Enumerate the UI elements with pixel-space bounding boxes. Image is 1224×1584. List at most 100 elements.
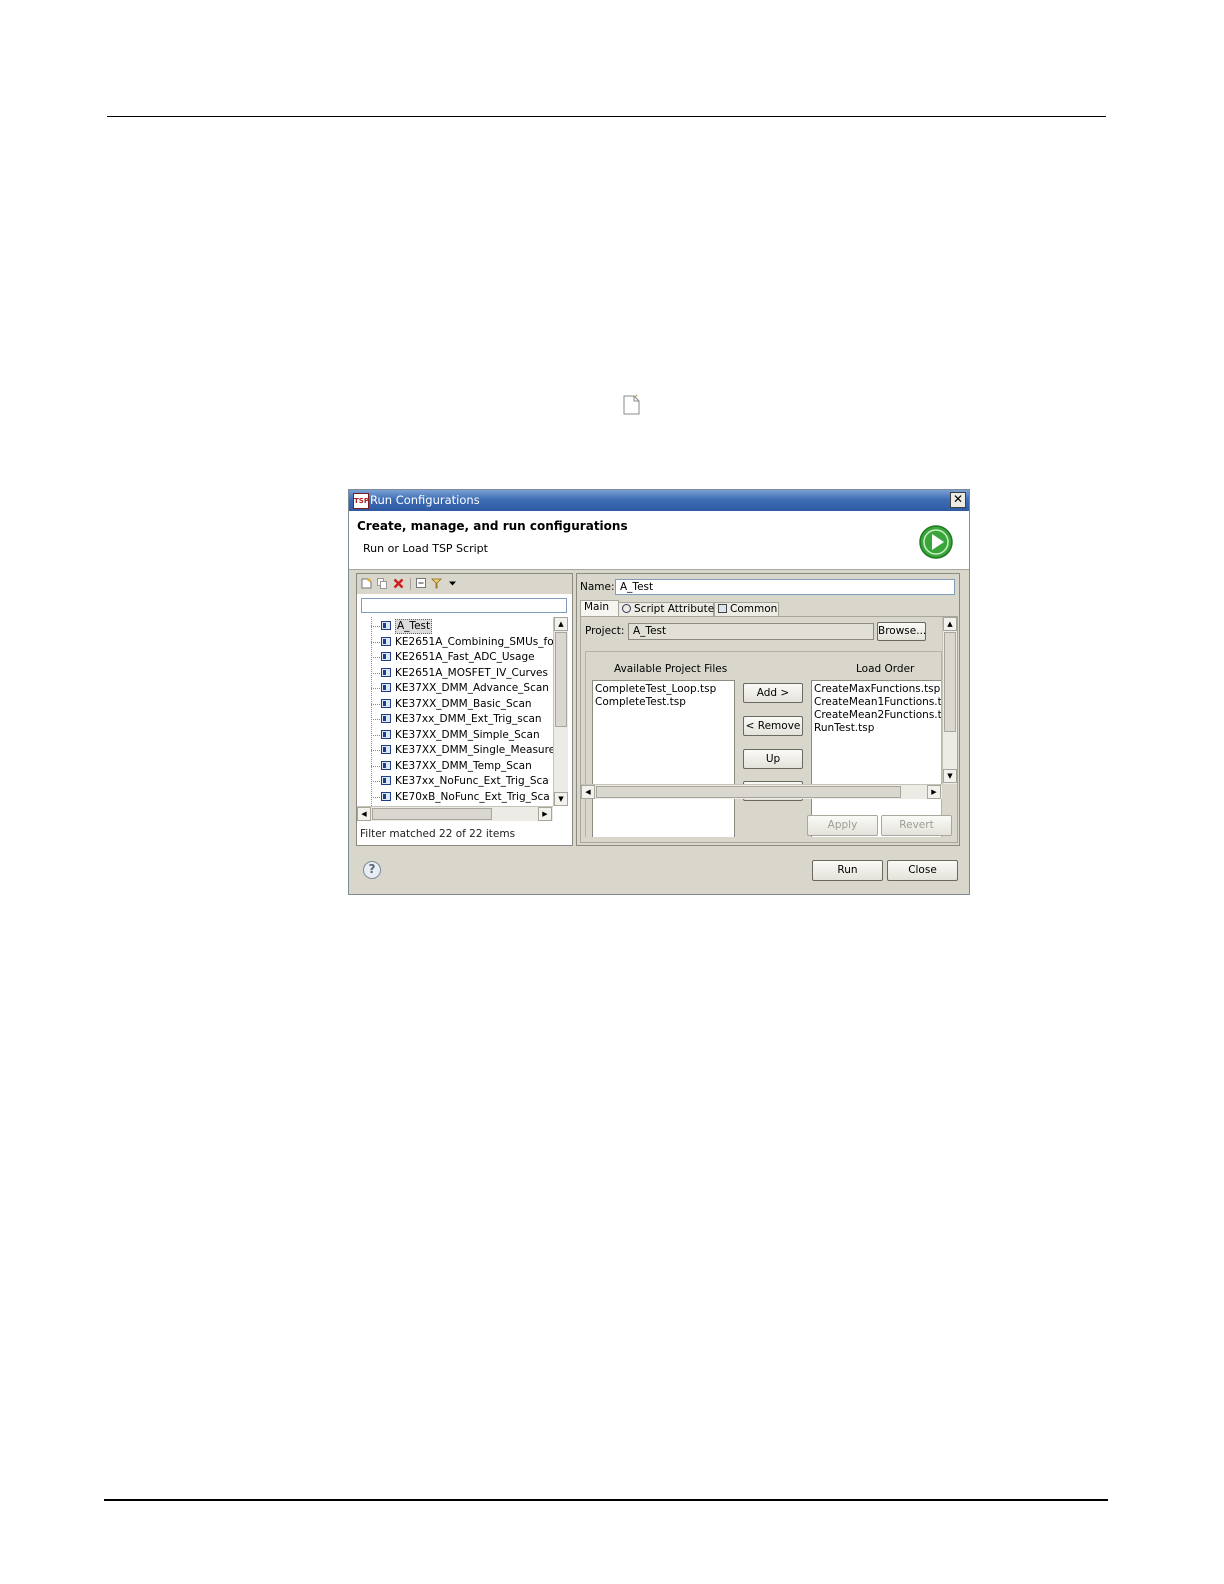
dialog-title: Run Configurations (370, 493, 480, 507)
filter-status: Filter matched 22 of 22 items (360, 828, 516, 840)
duplicate-icon[interactable] (377, 578, 388, 589)
available-files-list[interactable]: CompleteTest_Loop.tsp CompleteTest.tsp (592, 680, 735, 837)
launch-configuration-icon (381, 698, 391, 708)
tree-item-label: KE37XX_DMM_Advance_Scan (395, 682, 549, 694)
scroll-up-icon[interactable]: ▲ (943, 617, 957, 631)
tree-item-label: KE2651A_MOSFET_IV_Curves (395, 666, 548, 679)
scroll-left-icon[interactable]: ◀ (357, 807, 371, 821)
launch-configuration-icon (381, 791, 391, 801)
scroll-thumb[interactable] (555, 632, 567, 727)
scroll-right-icon[interactable]: ▶ (927, 785, 941, 799)
scroll-down-icon[interactable]: ▼ (554, 792, 568, 806)
tree-connector (371, 781, 380, 782)
tree-connector (371, 719, 380, 720)
tree-horizontal-scrollbar[interactable]: ◀ ▶ (357, 806, 553, 821)
tree-item-label: KE70xB_NoFunc_Ext_Trig_Sca (395, 790, 550, 803)
tab-main[interactable]: Main (580, 600, 619, 616)
tree-connector (371, 765, 380, 767)
panel-vertical-scrollbar[interactable]: ▲ ▼ (942, 617, 957, 784)
scroll-thumb[interactable] (596, 786, 901, 798)
tree-item-label: KE37XX_DMM_Simple_Scan (395, 728, 540, 741)
close-button[interactable]: Close (887, 860, 958, 881)
available-file-item[interactable]: CompleteTest_Loop.tsp (595, 683, 716, 696)
tree-connector (371, 734, 380, 736)
name-field[interactable]: A_Test (615, 579, 955, 595)
project-field: A_Test (628, 623, 874, 640)
tab-common-label: Common (730, 603, 778, 615)
project-label: Project: (585, 625, 625, 637)
tree-item-label: KE2651A_Fast_ADC_Usage (395, 651, 535, 663)
scroll-right-icon[interactable]: ▶ (538, 807, 552, 821)
tab-script-attributes-label: Script Attributes (634, 603, 720, 615)
filter-input[interactable] (361, 598, 567, 613)
load-order-item[interactable]: RunTest.tsp (814, 722, 874, 735)
collapse-all-icon[interactable] (416, 578, 427, 589)
tree-connector (371, 796, 380, 798)
tsp-logo-icon: TSP (353, 493, 369, 509)
page-header-rule (107, 116, 1106, 117)
tree-item-label: KE37xx_NoFunc_Ext_Trig_Sca (395, 775, 549, 787)
launch-configuration-icon (381, 729, 391, 739)
tree-connector (371, 703, 380, 705)
configuration-tree: A_Test KE2651A_Combining_SMUs_fo KE2651A_F… (357, 617, 553, 806)
tab-common[interactable]: Common (714, 602, 779, 616)
tree-connector (371, 626, 380, 627)
launch-configuration-icon (381, 745, 391, 754)
header-title: Create, manage, and run configurations (357, 519, 628, 533)
new-launch-configuration-icon[interactable] (361, 578, 372, 589)
run-play-icon (919, 525, 953, 559)
panel-horizontal-scrollbar[interactable]: ◀ ▶ (581, 784, 942, 799)
load-order-item[interactable]: CreateMean1Functions.tsp (814, 696, 941, 709)
launch-configuration-icon (381, 760, 391, 770)
delete-icon[interactable] (393, 578, 404, 589)
scroll-up-icon[interactable]: ▲ (554, 617, 568, 631)
load-order-list[interactable]: CreateMaxFunctions.tsp CreateMean1Functio… (811, 680, 941, 837)
scroll-thumb[interactable] (944, 632, 956, 732)
tree-connector (371, 657, 380, 658)
launch-configuration-icon (381, 714, 391, 723)
load-order-item[interactable]: CreateMaxFunctions.tsp (814, 683, 940, 696)
dialog-footer: ? Run Close (349, 850, 969, 894)
left-toolbar (357, 574, 572, 594)
filter-icon[interactable] (431, 578, 442, 589)
dropdown-arrow-icon[interactable] (447, 578, 458, 589)
title-bar[interactable]: TSP Run Configurations ✕ (349, 490, 969, 511)
common-tab-icon (718, 604, 727, 613)
run-configurations-dialog: TSP Run Configurations ✕ Create, manage,… (348, 489, 970, 895)
configuration-editor-pane: Name: A_Test Main Script Attributes Comm… (576, 573, 960, 846)
scroll-down-icon[interactable]: ▼ (943, 769, 957, 783)
tab-strip: Main Script Attributes Common (580, 600, 958, 616)
launch-configuration-icon (381, 776, 391, 785)
help-icon[interactable]: ? (363, 861, 381, 879)
tree-item-label: KE2651A_Combining_SMUs_fo (395, 635, 553, 648)
launch-configuration-icon (381, 667, 391, 677)
available-files-header: Available Project Files (614, 663, 728, 675)
new-launch-configuration-icon (623, 395, 640, 415)
tree-connector (371, 641, 380, 643)
tree-connector (371, 672, 380, 674)
available-file-item[interactable]: CompleteTest.tsp (595, 696, 686, 709)
scroll-thumb[interactable] (372, 808, 492, 820)
browse-button[interactable]: Browse... (877, 622, 926, 641)
tab-main-label: Main (584, 601, 610, 613)
close-icon[interactable]: ✕ (950, 492, 966, 508)
apply-button[interactable]: Apply (807, 815, 878, 836)
add-button[interactable]: Add > (743, 683, 803, 703)
launch-configuration-icon (381, 636, 391, 646)
revert-button[interactable]: Revert (881, 815, 952, 836)
tree-item-label: KE37XX_DMM_Single_Measure (395, 744, 553, 756)
tree-item-label: KE37XX_DMM_Temp_Scan (395, 759, 532, 772)
script-attributes-icon (622, 604, 631, 613)
launch-configuration-icon (381, 621, 391, 630)
load-order-item[interactable]: CreateMean2Functions.tsp (814, 709, 941, 722)
page-footer-rule (104, 1499, 1108, 1501)
remove-button[interactable]: < Remove (743, 716, 803, 736)
run-button[interactable]: Run (812, 860, 883, 881)
tree-connector (371, 750, 380, 751)
tree-item-label: A_Test (395, 619, 433, 634)
tree-vertical-scrollbar[interactable]: ▲ ▼ (553, 617, 568, 806)
tab-script-attributes[interactable]: Script Attributes (618, 602, 720, 616)
scroll-left-icon[interactable]: ◀ (581, 785, 595, 799)
up-button[interactable]: Up (743, 749, 803, 769)
tree-connector (371, 688, 380, 689)
